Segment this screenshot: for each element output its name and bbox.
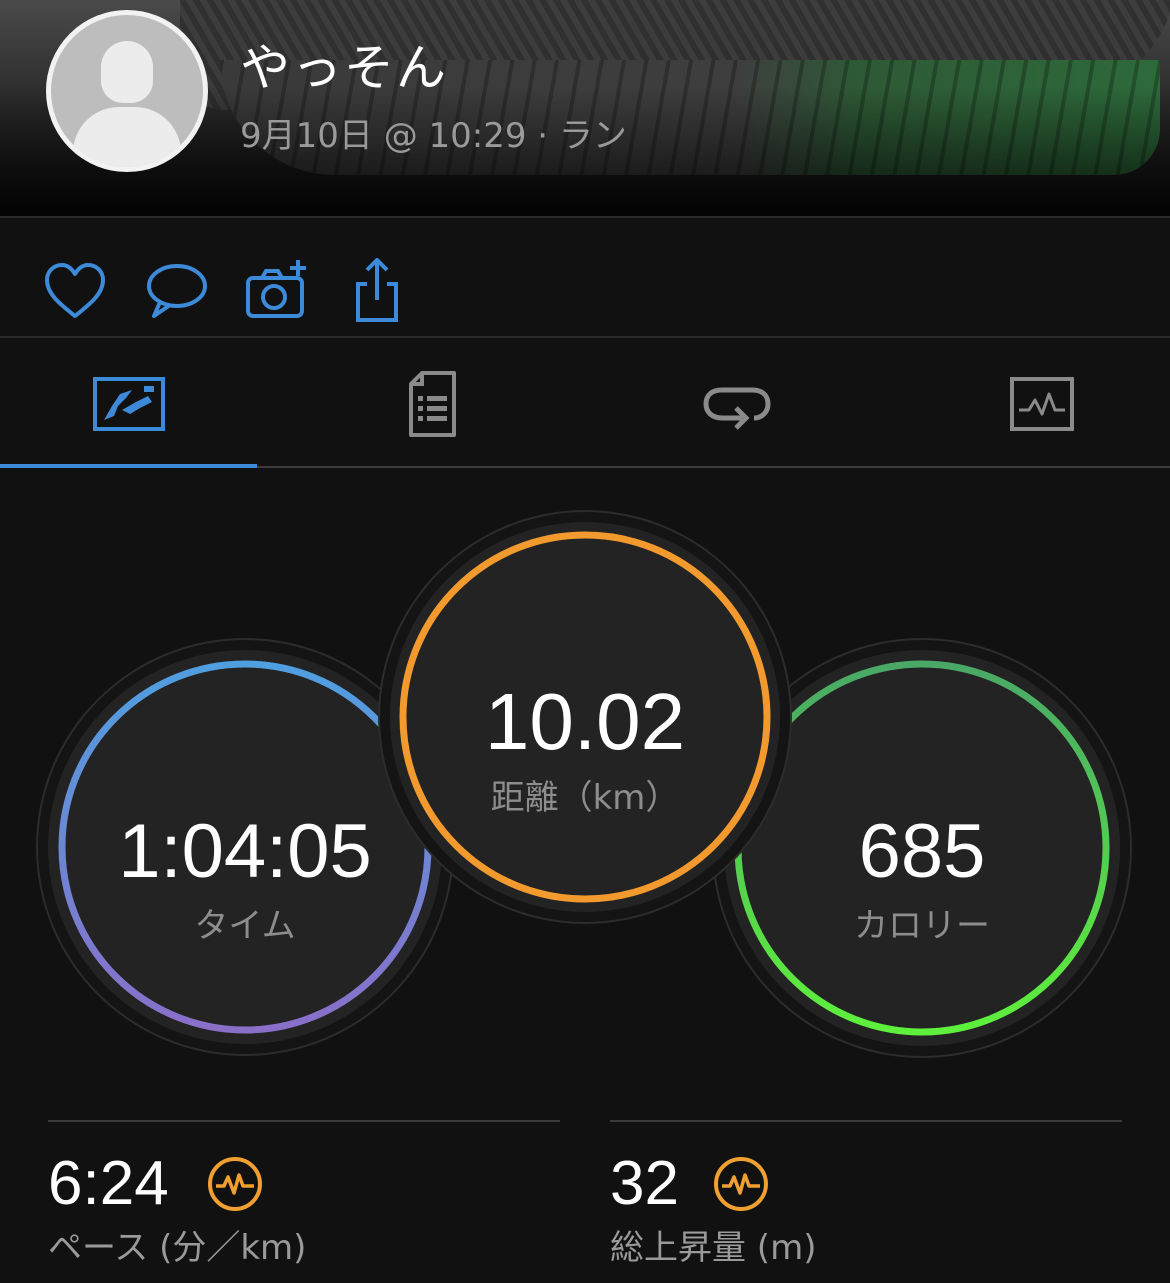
tab-laps[interactable] [600,338,857,468]
activity-meta: 9月10日 @ 10:29 · ラン [240,116,627,156]
performance-icon[interactable] [206,1155,264,1213]
laps-icon [703,387,771,430]
pace-value: 6:24 [48,1149,169,1218]
tab-bar [0,338,1170,468]
time-ring[interactable]: 1:04:05 タイム [48,650,442,1044]
avatar[interactable] [46,10,208,172]
elevation-gain-label: 総上昇量 (m) [610,1228,817,1268]
comment-icon[interactable] [142,258,212,328]
add-photo-icon[interactable] [242,258,312,328]
distance-value: 10.02 [484,677,686,766]
map-summary-icon [93,377,165,431]
performance-icon[interactable] [712,1155,770,1213]
activity-header: やっそん 9月10日 @ 10:29 · ラン [0,0,1170,216]
share-icon[interactable] [342,257,412,328]
distance-label: 距離（km） [490,778,680,818]
tab-charts[interactable] [913,338,1170,468]
distance-ring[interactable]: 10.02 距離（km） [390,522,780,912]
time-value: 1:04:05 [118,809,372,894]
action-bar [0,218,1170,336]
calories-label: カロリー [854,906,990,946]
active-tab-indicator [0,464,257,468]
calories-ring[interactable]: 685 カロリー [724,650,1120,1046]
charts-icon [1010,377,1074,431]
elevation-gain-value: 32 [610,1149,679,1218]
calories-value: 685 [858,809,986,894]
details-list-icon [409,371,456,437]
pace-label: ペース (分／km) [48,1228,307,1268]
tab-summary[interactable] [0,338,257,468]
user-name[interactable]: やっそん [240,28,448,100]
tab-details[interactable] [300,338,557,468]
heart-icon[interactable] [40,258,110,328]
time-label: タイム [194,906,296,946]
